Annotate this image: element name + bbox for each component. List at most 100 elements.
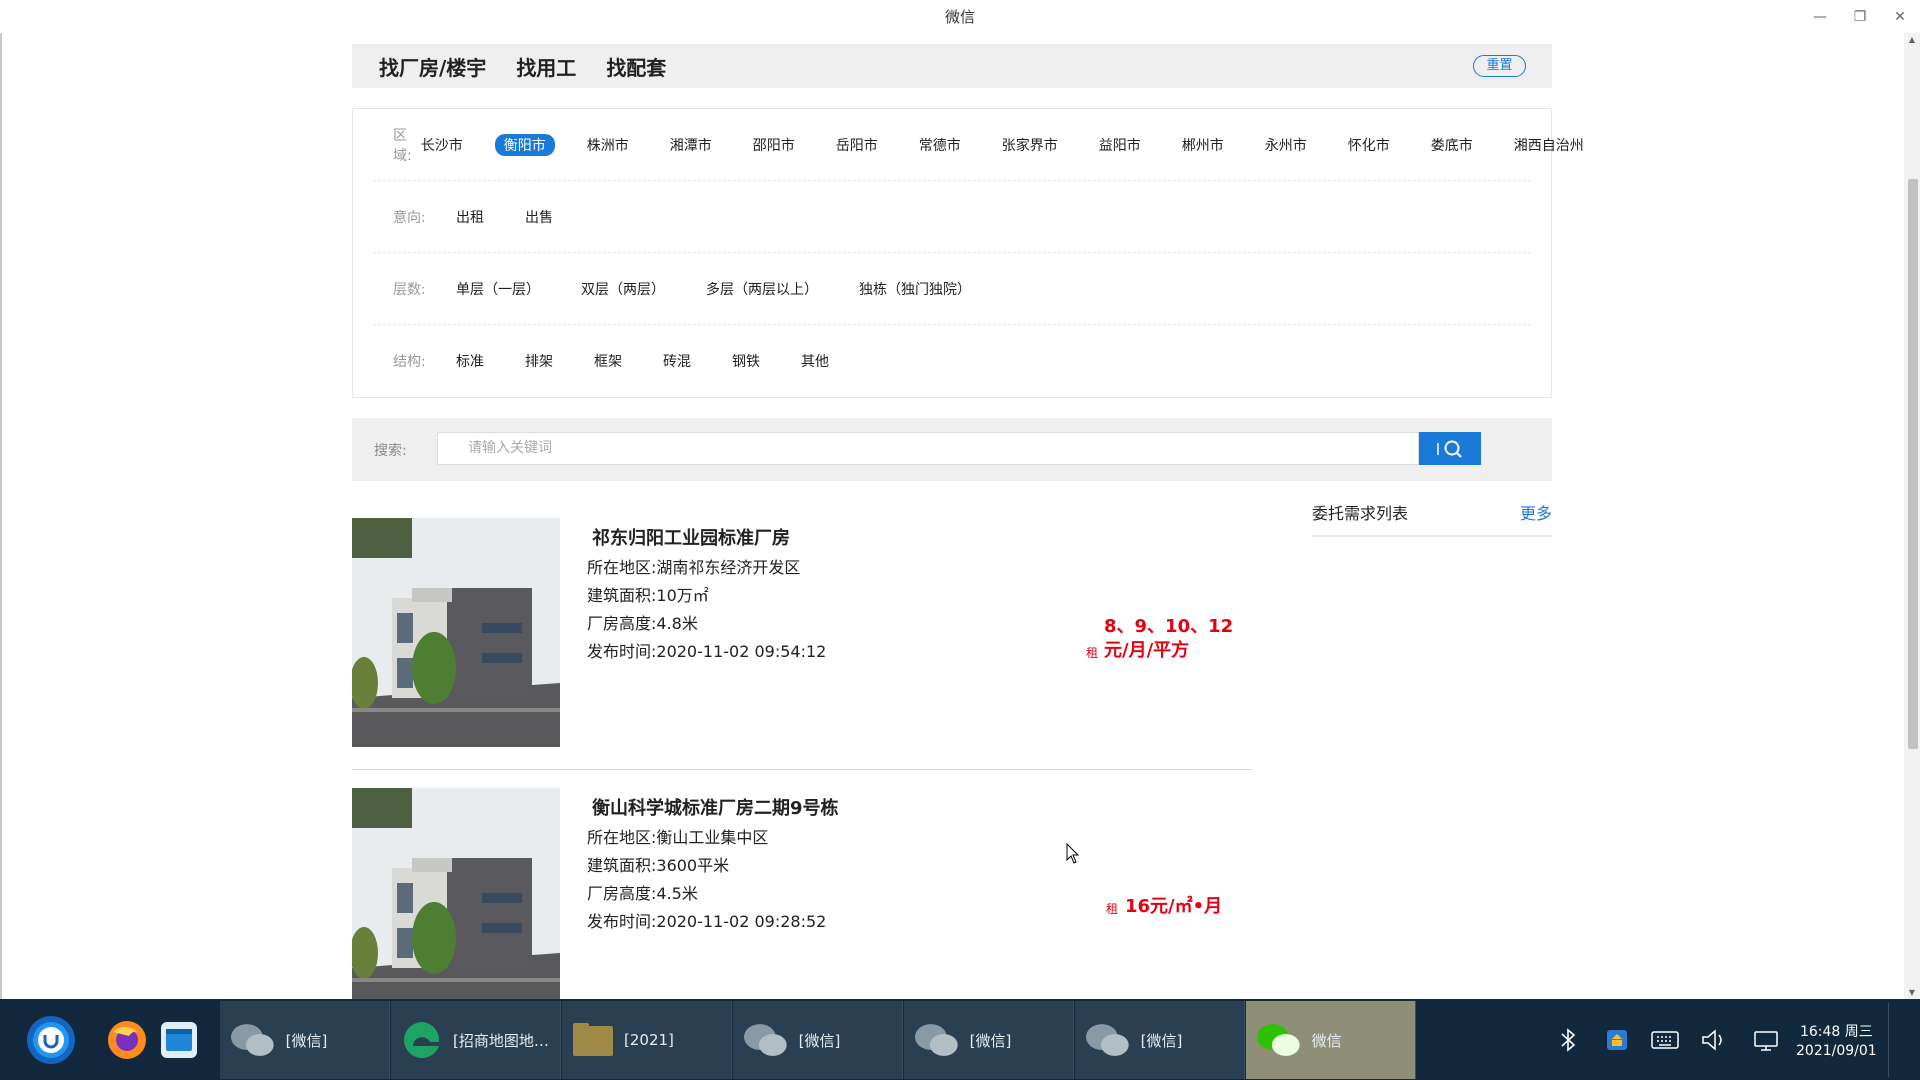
firefox-icon <box>108 1021 146 1059</box>
tab-find-workers[interactable]: 找用工 <box>516 52 576 81</box>
rent-tag: 租 <box>1106 902 1119 916</box>
wechat-icon <box>914 1024 958 1056</box>
filter-option-region[interactable]: 湘潭市 <box>661 134 721 156</box>
taskbar-task-folder[interactable]: [2021] <box>562 1001 732 1079</box>
system-clock[interactable]: 16:48 周三 2021/09/01 <box>1796 1023 1877 1061</box>
filter-option-region[interactable]: 株洲市 <box>578 134 638 156</box>
start-menu-button[interactable] <box>26 1001 76 1079</box>
filter-option-region[interactable]: 邵阳市 <box>744 134 804 156</box>
minimize-button[interactable]: — <box>1800 9 1840 25</box>
filter-option-floors[interactable]: 双层（两层） <box>572 278 674 300</box>
filter-option-region[interactable]: 益阳市 <box>1090 134 1150 156</box>
folder-icon <box>573 1023 613 1056</box>
filter-option-region[interactable]: 湘西自治州 <box>1505 134 1593 156</box>
filter-option-structure[interactable]: 砖混 <box>654 350 700 372</box>
taskbar-task-label: 微信 <box>1311 1031 1342 1050</box>
taskbar-task-wechat[interactable]: [微信] <box>733 1001 903 1079</box>
scroll-up-arrow-icon[interactable]: ▲ <box>1904 35 1920 44</box>
filter-option-structure[interactable]: 排架 <box>516 350 562 372</box>
listing-price: 16元/㎡•月 <box>1125 896 1223 917</box>
filter-row-region: 区域: 长沙市 衡阳市 株洲市 湘潭市 邵阳市 岳阳市 常德市 张家界市 益阳市… <box>373 109 1584 181</box>
vertical-scrollbar[interactable]: ▲ ▼ <box>1904 33 1920 999</box>
listing-item[interactable]: 祁东归阳工业园标准厂房 所在地区:湖南祁东经济开发区 建筑面积:10万㎡ 厂房高… <box>352 518 1252 748</box>
taskbar-task-wechat[interactable]: [微信] <box>1075 1001 1245 1079</box>
listing-publish-time: 发布时间:2020-11-02 09:28:52 <box>587 912 827 931</box>
taskbar-task-label: [微信] <box>969 1031 1012 1050</box>
filter-option-region[interactable]: 常德市 <box>910 134 970 156</box>
search-button[interactable] <box>1419 432 1481 465</box>
taskbar-task-wechat-active[interactable]: 微信 <box>1246 1001 1416 1079</box>
bluetooth-icon[interactable] <box>1556 1027 1580 1053</box>
reset-button[interactable]: 重置 <box>1473 55 1526 77</box>
wechat-icon <box>1085 1024 1129 1056</box>
window-title: 微信 <box>944 8 975 26</box>
filter-option-region[interactable]: 长沙市 <box>412 134 472 156</box>
firefox-launcher[interactable] <box>105 1001 149 1079</box>
filter-label-structure: 结构: <box>393 354 426 370</box>
filter-option-floors[interactable]: 多层（两层以上） <box>697 278 827 300</box>
filter-option-region[interactable]: 岳阳市 <box>827 134 887 156</box>
restore-button[interactable]: ❐ <box>1840 9 1880 25</box>
taskbar-task-label: [微信] <box>285 1031 328 1050</box>
filter-option-region[interactable]: 永州市 <box>1256 134 1316 156</box>
wechat-icon <box>1256 1024 1300 1056</box>
filter-option-intent[interactable]: 出售 <box>516 206 562 228</box>
volume-icon[interactable] <box>1700 1027 1728 1053</box>
tab-find-facilities[interactable]: 找配套 <box>606 52 666 81</box>
file-manager-launcher[interactable] <box>158 1001 200 1079</box>
filter-option-region[interactable]: 张家界市 <box>993 134 1067 156</box>
filter-option-region[interactable]: 怀化市 <box>1339 134 1399 156</box>
listing-title[interactable]: 衡山科学城标准厂房二期9号栋 <box>592 794 839 820</box>
listing-divider <box>352 769 1252 770</box>
listing-item[interactable]: 衡山科学城标准厂房二期9号栋 所在地区:衡山工业集中区 建筑面积:3600平米 … <box>352 788 1252 999</box>
scroll-down-arrow-icon[interactable]: ▼ <box>1904 988 1920 997</box>
window-controls: — ❐ ✕ <box>1800 0 1920 33</box>
keyboard-icon[interactable] <box>1650 1027 1680 1053</box>
tab-find-factory[interactable]: 找厂房/楼宇 <box>379 52 486 81</box>
wechat-icon <box>743 1024 787 1056</box>
taskbar-task-browser[interactable]: [招商地图地… <box>391 1001 561 1079</box>
filter-row-structure: 结构: 标准 排架 框架 砖混 钢铁 其他 <box>373 325 1531 397</box>
search-input[interactable]: 请输入关键词 <box>437 432 1419 465</box>
filter-row-floors: 层数: 单层（一层） 双层（两层） 多层（两层以上） 独栋（独门独院） <box>373 253 1531 325</box>
uk-logo-icon <box>27 1016 75 1064</box>
filter-row-intent: 意向: 出租 出售 <box>373 181 1531 253</box>
more-link[interactable]: 更多 <box>1520 500 1552 524</box>
show-desktop-button[interactable] <box>1888 1003 1918 1077</box>
listing-title[interactable]: 祁东归阳工业园标准厂房 <box>592 524 790 550</box>
network-icon[interactable] <box>1752 1027 1782 1053</box>
taskbar-task-wechat[interactable]: [微信] <box>220 1001 390 1079</box>
filter-option-structure[interactable]: 其他 <box>792 350 838 372</box>
factory-photo[interactable] <box>352 518 560 747</box>
filter-option-intent[interactable]: 出租 <box>447 206 493 228</box>
listing-height: 厂房高度:4.5米 <box>587 884 698 903</box>
filter-option-floors[interactable]: 单层（一层） <box>447 278 549 300</box>
entrust-demand-panel: 委托需求列表 更多 <box>1312 495 1552 537</box>
filter-panel: 区域: 长沙市 衡阳市 株洲市 湘潭市 邵阳市 岳阳市 常德市 张家界市 益阳市… <box>352 108 1584 398</box>
filter-option-floors[interactable]: 独栋（独门独院） <box>850 278 980 300</box>
search-icon <box>1437 440 1462 458</box>
scrollbar-thumb[interactable] <box>1908 179 1918 749</box>
factory-photo[interactable] <box>352 788 560 999</box>
left-border <box>0 33 2 999</box>
input-method-icon[interactable] <box>1604 1027 1630 1053</box>
listing-area: 建筑面积:10万㎡ <box>587 586 709 605</box>
filter-option-structure[interactable]: 钢铁 <box>723 350 769 372</box>
category-nav: 找厂房/楼宇 找用工 找配套 重置 <box>352 44 1552 88</box>
taskbar-task-label: [2021] <box>624 1031 674 1049</box>
listing-price: 8、9、10、12 <box>1104 616 1234 637</box>
filter-option-region[interactable]: 娄底市 <box>1422 134 1482 156</box>
filter-option-structure[interactable]: 框架 <box>585 350 631 372</box>
filter-label-region: 区域: <box>393 127 412 164</box>
taskbar: [微信] [招商地图地… [2021] [微信] [微信] [微信] 微信 16… <box>0 999 1920 1080</box>
filter-option-structure[interactable]: 标准 <box>447 350 493 372</box>
filter-label-floors: 层数: <box>393 281 426 298</box>
clock-time: 16:48 周三 <box>1799 1024 1873 1040</box>
filter-option-region[interactable]: 郴州市 <box>1173 134 1233 156</box>
close-button[interactable]: ✕ <box>1880 9 1920 25</box>
edge-browser-icon <box>404 1022 440 1058</box>
clock-date: 2021/09/01 <box>1796 1043 1877 1059</box>
listing-area: 建筑面积:3600平米 <box>587 856 730 875</box>
taskbar-task-wechat[interactable]: [微信] <box>904 1001 1074 1079</box>
filter-option-region-selected[interactable]: 衡阳市 <box>494 133 555 156</box>
